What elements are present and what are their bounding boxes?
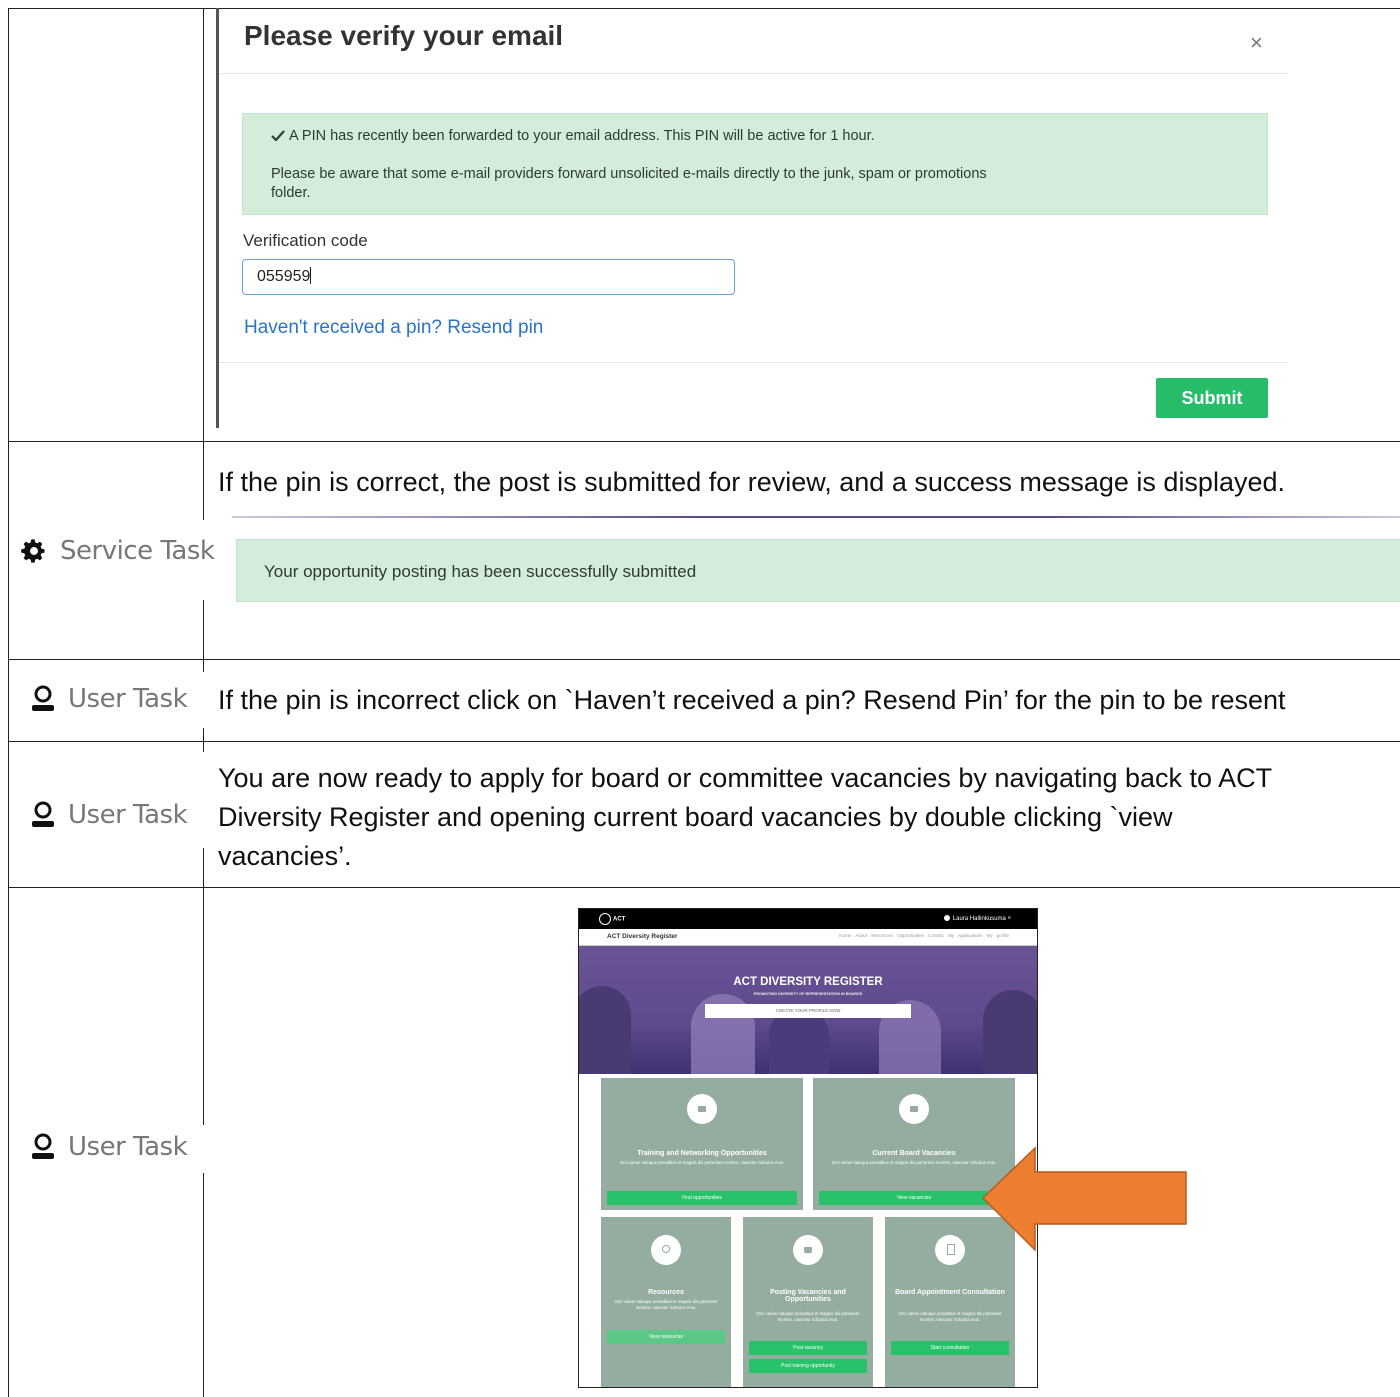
row2-description: If the pin is correct, the post is submi… (218, 467, 1286, 497)
hero-banner: ACT DIVERSITY REGISTER PROMOTING DIVERSI… (579, 946, 1037, 1074)
task-type-text: Service Task (60, 536, 215, 566)
alert-text-line3: folder. (271, 185, 311, 201)
verification-code-value: 055959 (257, 268, 311, 285)
row4-line3: vacancies’. (218, 841, 352, 871)
site-topbar: ACT Laura Hallinkusuma ˅ (579, 909, 1037, 929)
alert-text-line1: A PIN has recently been forwarded to you… (289, 128, 875, 144)
card-description: Orci varius natoque penatibus et magnis … (619, 1160, 785, 1165)
text-cursor (310, 267, 312, 284)
logo-text: ACT (613, 916, 626, 923)
card-posting-vacancies: Posting Vacancies and Opportunities Orci… (743, 1217, 873, 1387)
card-description: Orci varius natoque penatibus et magnis … (756, 1311, 860, 1322)
alert-first-line: A PIN has recently been forwarded to you… (271, 128, 875, 144)
modal-footer-divider (219, 362, 1288, 363)
row-divider-4 (8, 887, 1400, 888)
verification-code-label: Verification code (243, 231, 368, 250)
task-type-text: User Task (68, 800, 188, 830)
modal-left-border (216, 8, 219, 428)
card-training: Training and Networking Opportunities Or… (601, 1078, 803, 1210)
post-training-button[interactable]: Post training opportunity (749, 1359, 867, 1373)
task-type-text: User Task (68, 1132, 188, 1162)
resend-pin-link[interactable]: Haven't received a pin? Resend pin (244, 317, 543, 339)
nav-opportunities[interactable]: Opportunities (897, 933, 924, 938)
row-divider-3 (8, 741, 1400, 742)
card-description: Orci varius natoque penatibus et magnis … (614, 1299, 718, 1310)
nav-about[interactable]: About (855, 933, 867, 938)
card-title: Resources (648, 1289, 684, 1296)
hero-title: ACT DIVERSITY REGISTER (733, 976, 883, 988)
card-title: Posting Vacancies and Opportunities (770, 1289, 846, 1303)
post-vacancy-button[interactable]: Post vacancy (749, 1341, 867, 1355)
user-task-label: User Task (30, 684, 188, 714)
verification-code-input[interactable]: 055959 (242, 259, 735, 295)
modal-title: Please verify your email (244, 20, 564, 51)
search-icon (651, 1235, 681, 1265)
modal-header-divider (219, 73, 1288, 74)
row4-line1: You are now ready to apply for board or … (218, 763, 1273, 793)
card-description: Orci varius natoque penatibus et magnis … (898, 1311, 1002, 1322)
alert-text-line2: Please be aware that some e-mail provide… (271, 166, 987, 182)
user-task-label: User Task (30, 1132, 188, 1162)
user-menu[interactable]: Laura Hallinkusuma ˅ (943, 915, 1011, 922)
find-opportunities-button[interactable]: Find opportunities (607, 1191, 797, 1205)
card-title: Board Appointment Consultation (895, 1289, 1005, 1296)
hero-photo-figure (983, 990, 1037, 1074)
nav-contact[interactable]: Contact (928, 933, 944, 938)
user-task-label: User Task (30, 800, 188, 830)
success-message: Your opportunity posting has been succes… (236, 539, 1400, 602)
create-profile-button[interactable]: CREATE YOUR PROFILE NOW (705, 1004, 911, 1018)
start-consultation-button[interactable]: Start consultation (891, 1341, 1009, 1355)
nav-links: Home About Resources Opportunities Conta… (839, 933, 1009, 938)
hero-photo-figure (579, 986, 631, 1074)
briefcase-icon (899, 1094, 929, 1124)
task-type-text: User Task (68, 684, 188, 714)
table-border-left (8, 8, 9, 1397)
service-task-label: Service Task (20, 536, 215, 566)
divider-gap (196, 1125, 216, 1173)
document-icon (935, 1235, 965, 1265)
nav-my-applications[interactable]: My Applications (948, 933, 982, 938)
row-divider-2 (8, 659, 1400, 660)
submit-button[interactable]: Submit (1156, 378, 1268, 418)
arrow-annotation (981, 1146, 1187, 1252)
act-logo: ACT (599, 913, 625, 925)
briefcase-icon (687, 1094, 717, 1124)
user-icon (32, 801, 54, 827)
checkmark-icon (271, 130, 285, 142)
divider-gap (196, 752, 216, 848)
website-screenshot: ACT Laura Hallinkusuma ˅ ACT Diversity R… (578, 908, 1038, 1388)
pin-sent-alert: A PIN has recently been forwarded to you… (242, 113, 1268, 215)
site-navbar: ACT Diversity Register Home About Resour… (579, 929, 1037, 946)
view-resources-button[interactable]: View resources (607, 1330, 725, 1344)
nav-my-profile[interactable]: My profile (986, 933, 1009, 938)
close-icon[interactable]: × (1250, 30, 1263, 56)
success-panel-top-rule (232, 516, 1400, 518)
row4-line2: Diversity Register and opening current b… (218, 802, 1173, 832)
row3-description: If the pin is incorrect click on `Haven’… (218, 685, 1286, 715)
site-name: ACT Diversity Register (607, 933, 678, 940)
hero-subtitle: PROMOTING DIVERSITY OF REPRESENTATION IN… (753, 992, 863, 996)
divider-gap (196, 672, 216, 728)
nav-home[interactable]: Home (839, 933, 851, 938)
user-name: Laura Hallinkusuma ˅ (952, 916, 1011, 922)
gear-icon (21, 539, 45, 563)
nav-resources[interactable]: Resources (871, 933, 893, 938)
card-resources: Resources Orci varius natoque penatibus … (601, 1217, 731, 1387)
row-divider-1 (8, 441, 1400, 442)
user-icon (32, 685, 54, 711)
user-icon (32, 1133, 54, 1159)
card-title: Training and Networking Opportunities (637, 1150, 767, 1157)
briefcase-icon (793, 1235, 823, 1265)
